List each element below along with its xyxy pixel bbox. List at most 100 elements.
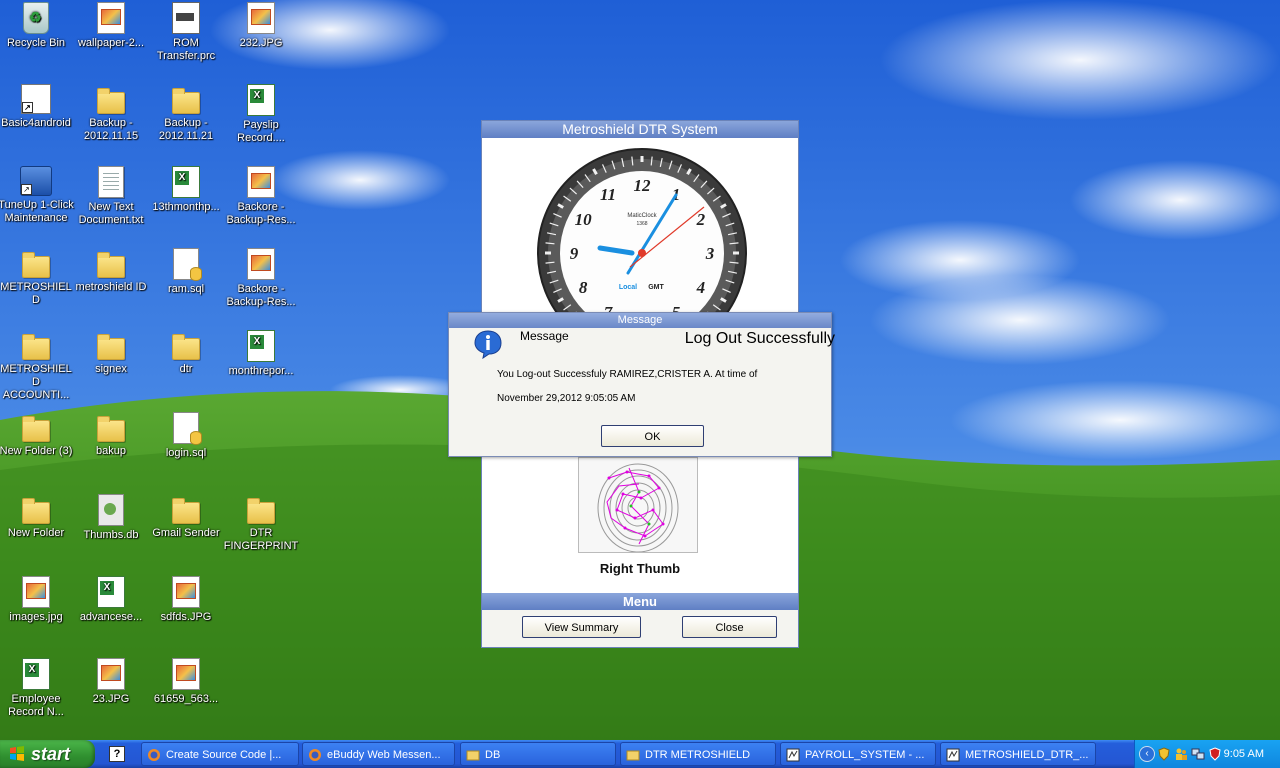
desktop-icon[interactable]: Backup - 2012.11.15 xyxy=(72,84,150,143)
dialog-heading: Log Out Successfully xyxy=(684,330,835,347)
desktop-icon[interactable]: New Text Document.txt xyxy=(72,166,150,227)
desktop-icon[interactable]: dtr xyxy=(147,330,225,376)
taskbar: start ? Create Source Code |... eBuddy We… xyxy=(0,740,1280,768)
image-file-icon xyxy=(22,576,50,608)
taskbar-button-label: METROSHIELD_DTR_... xyxy=(965,749,1089,761)
desktop-icon[interactable]: sdfds.JPG xyxy=(147,576,225,624)
taskbar-button[interactable]: DB xyxy=(460,742,616,766)
users-icon[interactable] xyxy=(1174,747,1188,761)
desktop-icon[interactable]: METROSHIELD ACCOUNTI... xyxy=(0,330,75,402)
dialog-title: Message xyxy=(449,313,831,328)
b4a-app-icon: ↗ xyxy=(21,84,51,114)
taskbar-button-label: eBuddy Web Messen... xyxy=(327,749,441,761)
desktop-icon-label: login.sql xyxy=(165,447,207,459)
taskbar-button[interactable]: eBuddy Web Messen... xyxy=(302,742,455,766)
desktop-icon[interactable]: bakup xyxy=(72,412,150,458)
desktop-icon-label: images.jpg xyxy=(9,611,63,623)
desktop-icon[interactable]: Gmail Sender xyxy=(147,494,225,540)
close-button[interactable]: Close xyxy=(682,616,777,638)
desktop-icon[interactable]: wallpaper-2... xyxy=(72,2,150,50)
desktop-icon[interactable]: Thumbs.db xyxy=(72,494,150,542)
menu-panel: View Summary Close xyxy=(482,610,798,647)
desktop-icon[interactable]: DTR FINGERPRINT xyxy=(222,494,300,553)
desktop-icon[interactable]: METROSHIELD xyxy=(0,248,75,307)
desktop-icon[interactable]: New Folder xyxy=(0,494,75,540)
clock-numeral: 10 xyxy=(575,210,593,229)
desktop-icon[interactable]: signex xyxy=(72,330,150,376)
shield-icon[interactable] xyxy=(1157,747,1171,761)
desktop-icon[interactable]: ↗ Basic4android xyxy=(0,84,75,130)
desktop-icon[interactable]: login.sql xyxy=(147,412,225,460)
desktop-icon[interactable]: X Employee Record N... xyxy=(0,658,75,719)
desktop-icon[interactable]: images.jpg xyxy=(0,576,75,624)
desktop-icon[interactable]: New Folder (3) xyxy=(0,412,75,458)
taskbar-button[interactable]: METROSHIELD_DTR_... xyxy=(940,742,1096,766)
desktop-icon-label: sdfds.JPG xyxy=(160,611,212,623)
start-button[interactable]: start xyxy=(0,740,95,768)
clock-numeral: 4 xyxy=(696,278,706,297)
clock-numeral: 9 xyxy=(570,244,579,263)
view-summary-button[interactable]: View Summary xyxy=(522,616,641,638)
desktop-icon[interactable]: Xmonthrepor... xyxy=(222,330,300,378)
desktop-icon-label: ram.sql xyxy=(167,283,205,295)
excel-file-icon: X xyxy=(247,84,275,116)
desktop-icon-label: ROM Transfer.prc xyxy=(156,37,216,62)
dialog-caption: Message xyxy=(520,329,569,343)
desktop-icon-label: Recycle Bin xyxy=(6,37,66,49)
taskbar-button[interactable]: PAYROLL_SYSTEM - ... xyxy=(780,742,936,766)
desktop-icon-label: Thumbs.db xyxy=(83,529,139,541)
desktop-icon[interactable]: X 13thmonthp... xyxy=(147,166,225,214)
desktop-icon-label: New Folder (3) xyxy=(0,445,73,457)
desktop-icon-label: TuneUp 1-Click Maintenance xyxy=(0,199,74,224)
desktop-icon[interactable]: Backore - Backup-Res... xyxy=(222,248,300,309)
clock-brand: MaticClock xyxy=(627,213,657,219)
desktop-icon-label: New Folder xyxy=(7,527,65,539)
taskbar-button[interactable]: DTR METROSHIELD xyxy=(620,742,776,766)
tray-clock: 9:05 AM xyxy=(1223,748,1264,760)
desktop-icon-label: signex xyxy=(95,363,127,375)
desktop-icon-label: New Text Document.txt xyxy=(78,201,144,226)
desktop-icon[interactable]: Xadvancese... xyxy=(72,576,150,624)
desktop-icon-label: Employee Record N... xyxy=(8,693,64,718)
dialog-message-line1: You Log-out Successfuly RAMIREZ,CRISTER … xyxy=(497,369,758,380)
help-icon[interactable]: ? xyxy=(109,746,125,762)
desktop-icon-label: METROSHIELD xyxy=(0,281,72,306)
desktop-icon[interactable]: 23.JPG xyxy=(72,658,150,706)
clock-local-label: Local xyxy=(619,284,637,291)
network-icon[interactable] xyxy=(1191,747,1205,761)
taskbar-button-label: DTR METROSHIELD xyxy=(645,749,751,761)
excel-file-icon: X xyxy=(247,330,275,362)
desktop-icon-label: 232.JPG xyxy=(239,37,283,49)
ok-button[interactable]: OK xyxy=(601,425,704,447)
desktop-icon[interactable]: Backup - 2012.11.21 xyxy=(147,84,225,143)
image-file-icon xyxy=(172,576,200,608)
desktop-icon[interactable]: ↗ TuneUp 1-Click Maintenance xyxy=(0,166,75,225)
desktop-icon-label: METROSHIELD ACCOUNTI... xyxy=(0,363,72,401)
desktop-icon[interactable]: ram.sql xyxy=(147,248,225,296)
folder-icon xyxy=(97,416,125,442)
desktop-icon[interactable]: metroshield ID xyxy=(72,248,150,294)
sql-file-icon xyxy=(173,248,202,281)
desktop-icon-label: bakup xyxy=(96,445,126,457)
desktop-icon[interactable]: Backore - Backup-Res... xyxy=(222,166,300,227)
desktop-icon[interactable]: ♻ Recycle Bin xyxy=(0,2,75,50)
firefox-icon xyxy=(148,749,160,761)
antivirus-icon[interactable] xyxy=(1208,747,1222,761)
clock-numeral: 11 xyxy=(600,185,616,204)
desktop-icon-label: 23.JPG xyxy=(92,693,130,705)
desktop-icon-label: wallpaper-2... xyxy=(77,37,145,49)
tray-chevron-icon[interactable]: ‹ xyxy=(1139,746,1155,762)
fingerprint-image xyxy=(578,457,698,553)
desktop-icon[interactable]: ROM Transfer.prc xyxy=(147,2,225,63)
desktop-icon[interactable]: 232.JPG xyxy=(222,2,300,50)
taskbar-button[interactable]: Create Source Code |... xyxy=(141,742,299,766)
desktop-icon-label: Backore - Backup-Res... xyxy=(226,283,296,308)
excel-file-icon: X xyxy=(97,576,125,608)
folder-icon xyxy=(626,750,640,761)
desktop-icon[interactable]: 61659_563... xyxy=(147,658,225,706)
app-shortcut-icon: ↗ xyxy=(20,166,52,196)
image-file-icon xyxy=(172,658,200,690)
excel-file-icon: X xyxy=(172,166,200,198)
menu-title: Menu xyxy=(482,593,798,610)
desktop-icon[interactable]: X Payslip Record.... xyxy=(222,84,300,145)
